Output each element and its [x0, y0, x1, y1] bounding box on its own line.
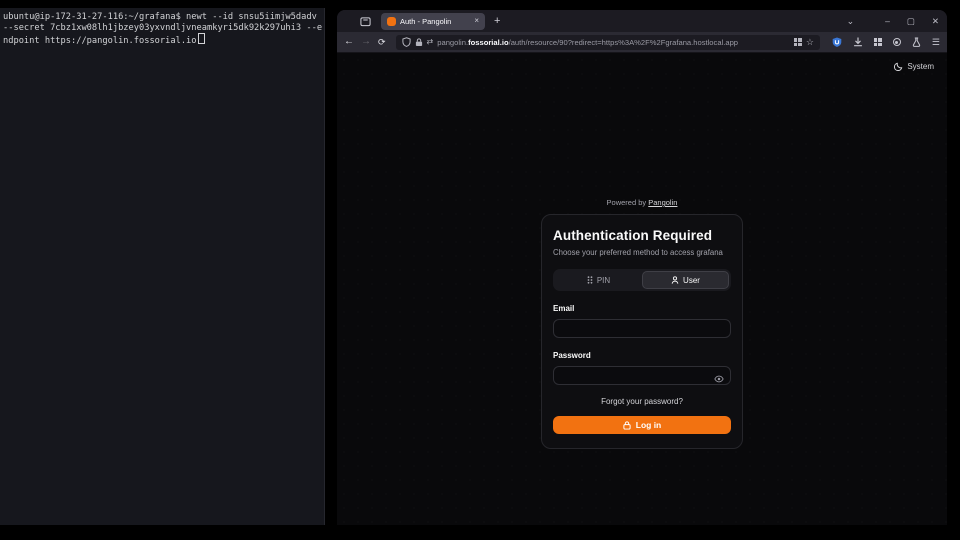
card-title: Authentication Required: [553, 228, 731, 243]
url-prefix: pangolin.: [437, 38, 468, 47]
forgot-password-link[interactable]: Forgot your password?: [553, 397, 731, 406]
shield-icon[interactable]: [402, 37, 411, 47]
password-label: Password: [553, 351, 731, 360]
browser-tab[interactable]: Auth - Pangolin ×: [381, 13, 485, 30]
powered-by-text: Powered by: [607, 198, 647, 207]
browser-window: Auth - Pangolin × + ⌄ – ▢ ✕ ← → ⟳ ⇄ pang…: [337, 10, 947, 525]
terminal-line: --secret 7cbz1xw08lh1jbzey03yxvndljvneam…: [3, 23, 324, 34]
new-tab-button[interactable]: +: [494, 16, 500, 27]
tab-user-label: User: [683, 276, 700, 285]
keypad-dots-icon: [587, 276, 593, 284]
auth-card: Authentication Required Choose your pref…: [541, 214, 743, 449]
maximize-button[interactable]: ▢: [907, 17, 915, 26]
account-icon[interactable]: [893, 38, 901, 46]
password-field[interactable]: [553, 366, 731, 385]
toolbar-icons: ☰: [832, 37, 940, 47]
email-label: Email: [553, 304, 731, 313]
url-text: pangolin.fossorial.io/auth/resource/90?r…: [437, 38, 790, 47]
tab-bar: Auth - Pangolin × + ⌄ – ▢ ✕: [337, 10, 947, 32]
swap-arrows-icon[interactable]: ⇄: [427, 38, 434, 46]
extensions-icon[interactable]: [874, 38, 882, 46]
tab-list-chevron-icon[interactable]: ⌄: [847, 17, 855, 26]
tab-pin-label: PIN: [597, 276, 610, 285]
browser-toolbar: ← → ⟳ ⇄ pangolin.fossorial.io/auth/resou…: [337, 32, 947, 53]
downloads-icon[interactable]: [853, 37, 863, 47]
terminal-cursor: [198, 33, 205, 44]
theme-label: System: [907, 62, 934, 71]
tab-title: Auth - Pangolin: [400, 17, 470, 26]
back-button[interactable]: ←: [344, 37, 354, 47]
auth-column: Powered by Pangolin Authentication Requi…: [541, 198, 743, 449]
card-subtitle: Choose your preferred method to access g…: [553, 248, 731, 257]
forward-button[interactable]: →: [361, 37, 371, 47]
moon-icon: [894, 62, 903, 71]
desktop: ubuntu@ip-172-31-27-116:~/grafana$ newt …: [0, 0, 960, 540]
tab-pin[interactable]: PIN: [555, 271, 642, 289]
tab-close-icon[interactable]: ×: [474, 17, 479, 25]
login-button-label: Log in: [636, 420, 662, 430]
pangolin-link[interactable]: Pangolin: [648, 198, 677, 207]
page-content: System Powered by Pangolin Authenticatio…: [337, 53, 947, 525]
firefox-view-icon[interactable]: [359, 15, 371, 27]
url-bar[interactable]: ⇄ pangolin.fossorial.io/auth/resource/90…: [396, 35, 820, 50]
eye-icon[interactable]: [714, 370, 724, 388]
pangolin-favicon-icon: [387, 17, 396, 26]
page-grid-icon[interactable]: [794, 38, 802, 46]
terminal-window[interactable]: ubuntu@ip-172-31-27-116:~/grafana$ newt …: [0, 8, 325, 525]
menu-icon[interactable]: ☰: [932, 38, 940, 47]
reload-button[interactable]: ⟳: [378, 38, 386, 47]
ublock-extension-icon[interactable]: [832, 37, 842, 47]
terminal-line: ndpoint https://pangolin.fossorial.io: [3, 33, 324, 47]
url-path: /auth/resource/90?redirect=https%3A%2F%2…: [509, 38, 738, 47]
bookmark-star-icon[interactable]: ☆: [806, 38, 814, 47]
lock-icon[interactable]: [415, 38, 423, 47]
login-button[interactable]: Log in: [553, 416, 731, 434]
terminal-line: ubuntu@ip-172-31-27-116:~/grafana$ newt …: [3, 12, 324, 23]
flask-icon[interactable]: [912, 37, 921, 47]
minimize-button[interactable]: –: [885, 17, 890, 26]
login-lock-icon: [623, 421, 631, 430]
powered-by: Powered by Pangolin: [541, 198, 743, 207]
email-field[interactable]: [553, 319, 731, 338]
close-button[interactable]: ✕: [932, 17, 939, 26]
terminal-line-text: ndpoint https://pangolin.fossorial.io: [3, 36, 197, 46]
theme-toggle[interactable]: System: [894, 62, 934, 71]
user-icon: [671, 276, 679, 284]
url-host: fossorial.io: [468, 38, 509, 47]
email-field-wrap: [553, 318, 731, 338]
auth-method-tabs: PIN User: [553, 269, 731, 291]
password-field-wrap: [553, 365, 731, 385]
tab-user[interactable]: User: [642, 271, 729, 289]
